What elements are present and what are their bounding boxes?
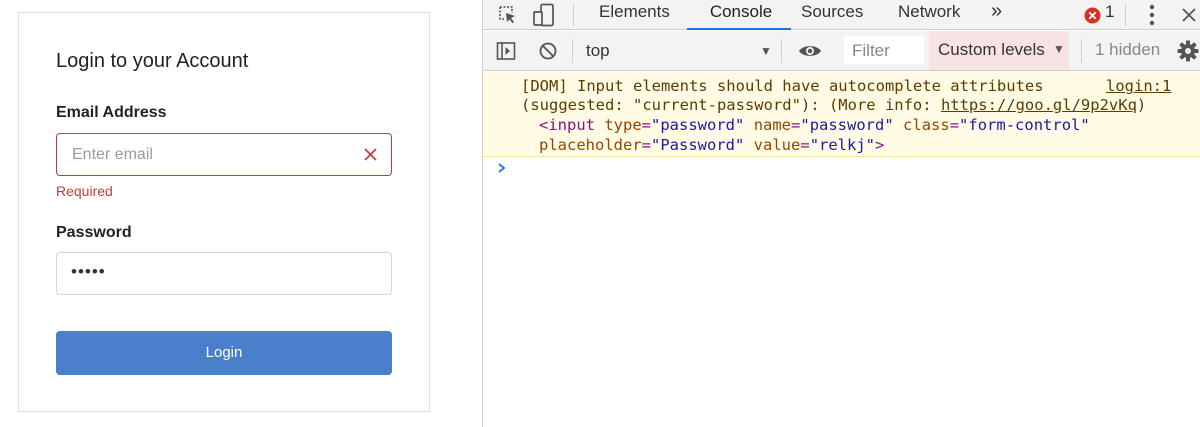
tab-separator <box>1125 4 1126 26</box>
hidden-messages-count: 1 hidden <box>1095 40 1161 59</box>
element-snippet[interactable]: <input type="password" name="password" c… <box>539 116 1090 134</box>
error-count[interactable]: 1 <box>1105 2 1114 22</box>
kebab-menu-icon[interactable] <box>1143 0 1161 30</box>
email-label: Email Address <box>56 104 167 121</box>
more-tabs-button[interactable]: » <box>991 0 1002 30</box>
email-field[interactable]: Enter email <box>56 133 392 176</box>
password-label: Password <box>56 224 132 241</box>
clear-console-icon[interactable] <box>537 31 559 70</box>
filter-placeholder: Filter <box>852 41 890 60</box>
login-card: Login to your Account Email Address Ente… <box>18 12 430 412</box>
login-button[interactable]: Login <box>56 331 392 375</box>
password-value: ••••• <box>71 262 106 281</box>
source-link[interactable]: login:1 <box>1106 77 1171 95</box>
chevron-down-icon: ▼ <box>1053 42 1065 56</box>
sidebar-toggle-icon[interactable] <box>495 31 517 70</box>
close-devtools-icon[interactable] <box>1179 0 1199 30</box>
code-val-name: "password" <box>800 116 894 134</box>
filter-input[interactable]: Filter <box>844 36 924 64</box>
code-val-value: "relkj" <box>809 136 876 154</box>
warning-text-continued: (suggested: "current-password"): (More i… <box>521 96 1146 114</box>
code-val-class: "form-control" <box>959 116 1090 134</box>
inspect-icon[interactable] <box>495 0 519 30</box>
code-val-type: "password" <box>651 116 745 134</box>
tab-console[interactable]: Console <box>687 0 791 30</box>
console-warning-message: [DOM] Input elements should have autocom… <box>483 71 1200 157</box>
code-tag-close: > <box>875 136 885 154</box>
toolbar-separator <box>1081 39 1082 63</box>
log-levels-dropdown[interactable]: Custom levels ▼ <box>929 31 1069 70</box>
devtools-tabbar: Elements Console Sources Network » 1 <box>483 0 1200 30</box>
log-levels-label: Custom levels <box>938 40 1045 59</box>
screen: Login to your Account Email Address Ente… <box>0 0 1200 427</box>
tab-sources[interactable]: Sources <box>801 0 863 30</box>
tab-elements[interactable]: Elements <box>599 0 670 30</box>
more-info-link[interactable]: https://goo.gl/9p2vKq <box>941 96 1137 114</box>
eye-icon[interactable] <box>797 31 823 70</box>
login-title: Login to your Account <box>56 50 249 72</box>
console-toolbar: top ▼ Filter Custom levels ▼ 1 hidden <box>483 31 1200 71</box>
code-attr-value: value <box>753 136 801 154</box>
tab-network[interactable]: Network <box>898 0 960 30</box>
code-val-placeholder: "Password" <box>651 136 745 154</box>
code-attr-placeholder: placeholder <box>539 136 642 154</box>
settings-gear-icon[interactable] <box>1177 31 1199 70</box>
code-attr-name: name <box>753 116 792 134</box>
error-icon[interactable] <box>1083 0 1101 30</box>
chevron-down-icon[interactable]: ▼ <box>760 44 772 58</box>
code-attr-class: class <box>903 116 950 134</box>
devtools-panel: Elements Console Sources Network » 1 top… <box>482 0 1200 427</box>
element-snippet-continued[interactable]: placeholder="Password" value="relkj"> <box>539 136 884 154</box>
code-tag-open: <input <box>539 116 595 134</box>
console-prompt-icon[interactable] <box>497 161 507 175</box>
clear-input-icon[interactable] <box>362 146 379 163</box>
email-error-message: Required <box>56 183 113 199</box>
toolbar-separator <box>572 39 573 63</box>
code-attr-type: type <box>604 116 642 134</box>
email-placeholder: Enter email <box>72 146 153 163</box>
warning-text: [DOM] Input elements should have autocom… <box>521 77 1044 95</box>
tab-separator <box>573 4 574 26</box>
warning-suffix: ) <box>1136 96 1147 114</box>
context-selector[interactable]: top <box>586 41 610 61</box>
toolbar-separator <box>781 39 782 63</box>
password-field[interactable]: ••••• <box>56 252 392 295</box>
device-toolbar-icon[interactable] <box>531 0 557 30</box>
warning-suggestion: (suggested: "current-password"): (More i… <box>521 96 941 114</box>
